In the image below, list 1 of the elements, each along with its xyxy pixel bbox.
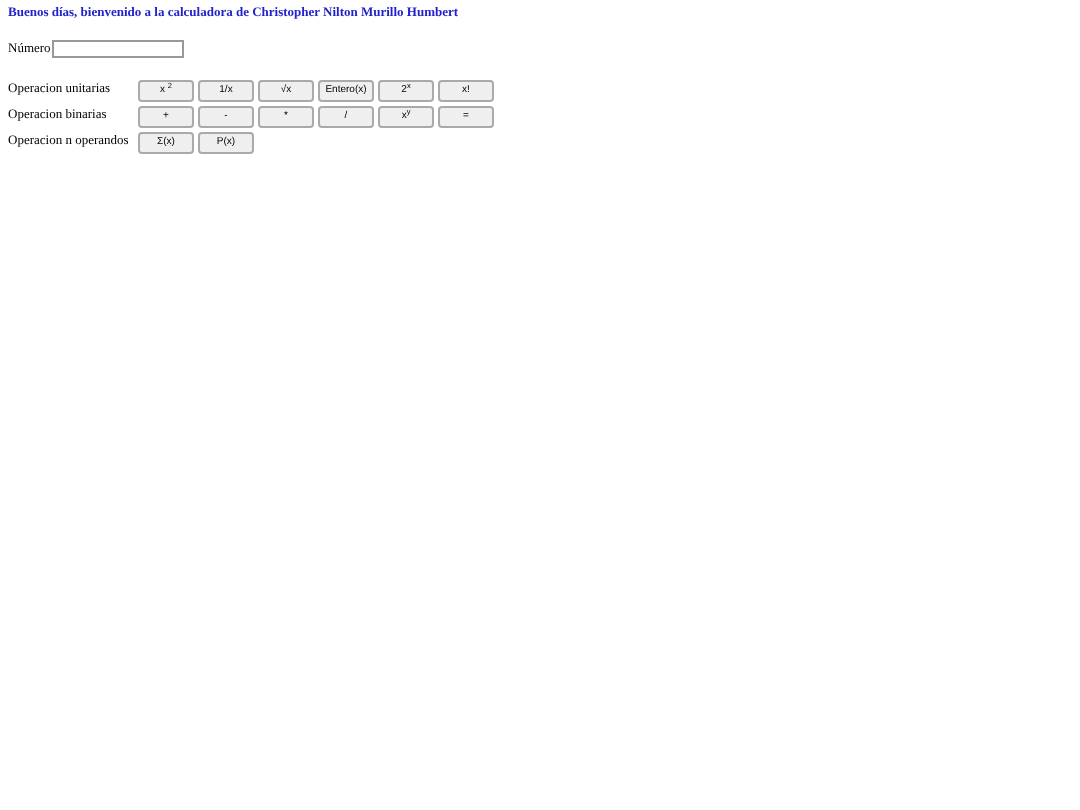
number-input[interactable] — [52, 40, 185, 59]
